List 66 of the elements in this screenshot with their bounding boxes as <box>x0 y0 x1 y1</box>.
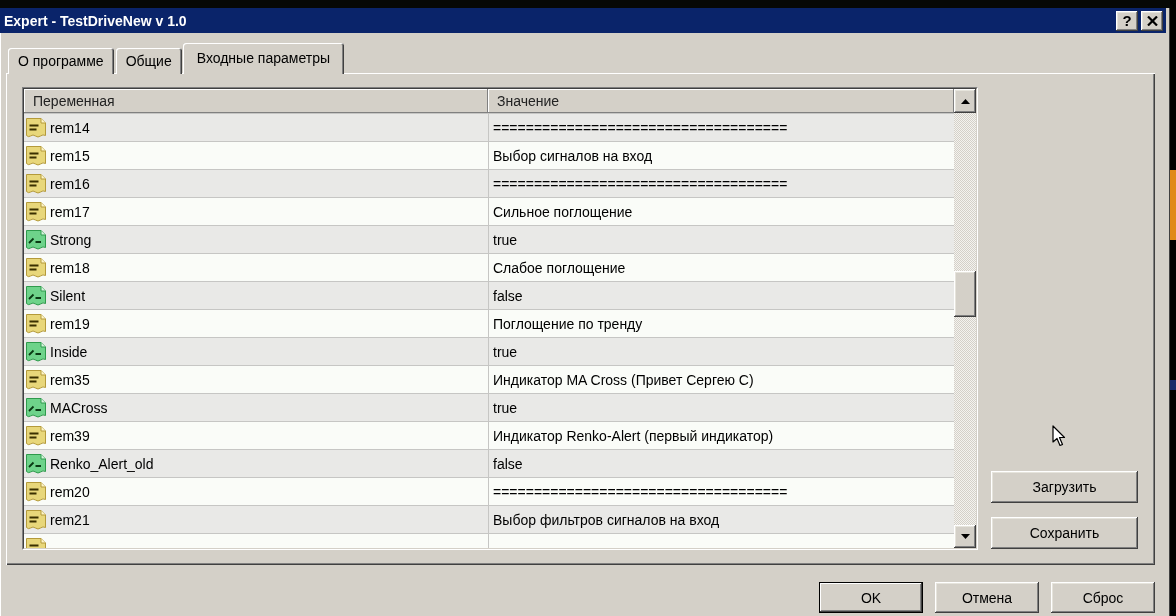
side-button[interactable]: Сохранить <box>991 517 1138 549</box>
graph-document-icon <box>25 285 47 306</box>
parameter-value[interactable]: Поглощение по тренду <box>493 315 643 332</box>
help-button[interactable]: ? <box>1116 10 1138 31</box>
dialog-button[interactable]: Отмена <box>935 582 1039 613</box>
text-document-icon <box>25 509 47 530</box>
parameter-value[interactable]: Индикатор MA Cross (Привет Сергею С) <box>493 371 754 388</box>
parameter-value[interactable]: ==================================== <box>493 175 788 192</box>
parameter-value[interactable]: ==================================== <box>493 119 788 136</box>
scrollbar[interactable] <box>954 89 976 548</box>
parameter-value[interactable]: Выбор фильтров сигналов на вход <box>493 511 720 528</box>
down-arrow-icon <box>960 534 970 539</box>
side-button[interactable]: Загрузить <box>991 471 1138 503</box>
graph-document-icon <box>25 397 47 418</box>
graph-document-icon <box>25 453 47 474</box>
column-header[interactable]: Значение <box>488 89 954 113</box>
window-title: Expert - TestDriveNew v 1.0 <box>4 12 188 29</box>
parameter-value[interactable]: ==================================== <box>493 483 788 500</box>
text-document-icon <box>25 145 47 166</box>
text-document-icon <box>25 313 47 334</box>
parameter-value[interactable]: Выбор сигналов на вход <box>493 147 653 164</box>
tab[interactable]: Общие <box>115 48 182 74</box>
parameter-value[interactable]: false <box>493 455 523 472</box>
text-document-icon <box>25 369 47 390</box>
parameter-name: Strong <box>50 231 92 248</box>
text-document-icon <box>25 117 47 138</box>
dialog-button[interactable]: OK <box>819 582 923 613</box>
parameter-name: rem19 <box>50 315 90 332</box>
graph-document-icon <box>25 229 47 250</box>
parameter-name: rem18 <box>50 259 90 276</box>
parameter-value[interactable]: true <box>493 343 518 360</box>
parameter-value[interactable]: false <box>493 287 523 304</box>
text-document-icon <box>25 173 47 194</box>
scrollbar-thumb[interactable] <box>954 271 976 317</box>
tab[interactable]: Входные параметры <box>182 43 344 74</box>
parameter-name: rem21 <box>50 511 90 528</box>
graph-document-icon <box>25 341 47 362</box>
parameter-name: rem39 <box>50 427 90 444</box>
parameter-name: Silent <box>50 287 86 304</box>
parameter-value[interactable]: Сильное поглощение <box>493 203 633 220</box>
parameter-name: rem16 <box>50 175 90 192</box>
text-document-icon <box>25 481 47 502</box>
mouse-pointer-icon <box>1052 425 1066 447</box>
parameter-name: Inside <box>50 343 88 360</box>
parameter-name: Renko_Alert_old <box>50 455 154 472</box>
text-document-icon <box>25 425 47 446</box>
parameter-value[interactable]: true <box>493 231 518 248</box>
scroll-up-button[interactable] <box>954 89 976 113</box>
parameter-name: MACross <box>50 399 108 416</box>
up-arrow-icon <box>960 98 970 104</box>
parameter-name: rem15 <box>50 147 90 164</box>
close-icon <box>1146 15 1158 26</box>
text-document-icon <box>25 257 47 278</box>
parameter-value[interactable]: Слабое поглощение <box>493 259 626 276</box>
parameter-value[interactable]: true <box>493 399 518 416</box>
scroll-down-button[interactable] <box>954 525 976 548</box>
text-document-icon <box>25 201 47 222</box>
parameter-name: rem20 <box>50 483 90 500</box>
parameter-name: rem17 <box>50 203 90 220</box>
parameter-name: rem35 <box>50 371 90 388</box>
dialog-button[interactable]: Сброс <box>1051 582 1155 613</box>
tab[interactable]: О программе <box>8 48 114 74</box>
column-header[interactable]: Переменная <box>24 89 488 113</box>
close-button[interactable] <box>1141 10 1163 31</box>
parameter-name: rem14 <box>50 119 90 136</box>
parameter-value[interactable]: Индикатор Renko-Alert (первый индикатор) <box>493 427 774 444</box>
